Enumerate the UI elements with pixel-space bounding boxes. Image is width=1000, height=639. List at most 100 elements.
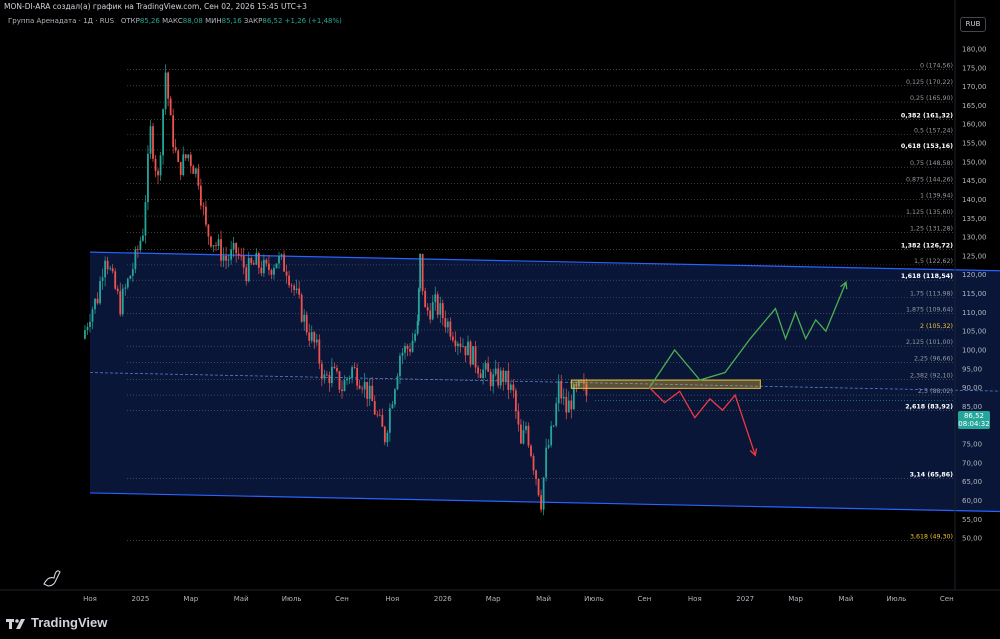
candle-body [124,287,127,289]
candle-body [283,254,285,272]
price-axis-tick: 85,00 [962,403,982,411]
price-axis-tick: 75,00 [962,441,982,449]
candle-body [419,253,422,289]
candle-body [406,346,409,349]
candle-body [341,389,343,392]
candle-body [494,368,497,375]
candle-body [451,336,454,341]
candle-body [139,240,142,250]
fib-level-label: 2,382 (92,10) [910,373,953,380]
candle-body [525,425,527,430]
price-axis-tick: 135,00 [962,215,987,223]
candle-body [323,374,326,379]
time-axis-tick: Май [536,595,551,603]
candle-body [199,185,202,206]
candle-body [162,109,164,156]
low-label: МИН [205,17,222,25]
candle-body [394,389,396,405]
candle-body [237,253,240,256]
resistance-zone [570,379,761,389]
candle-body [313,332,316,343]
candle-body [217,239,220,246]
fib-level-label: 2,618 (83,92) [905,403,953,410]
candle-body [131,269,134,276]
fib-level-label: 1,382 (126,72) [901,242,953,249]
candle-body [560,381,563,399]
fib-level-label: 1,25 (131,28) [910,225,953,232]
time-axis-tick: Сен [940,595,954,603]
candle-body [164,72,167,110]
candle-body [497,368,500,386]
candle-body [361,388,364,390]
candle-body [152,126,154,159]
candle-body [187,154,190,159]
fib-level-label: 2,25 (96,66) [914,356,953,363]
tradingview-logo[interactable]: TradingView [6,615,107,630]
candle-body [386,432,389,443]
candle-body [305,314,308,333]
candle-body [308,332,311,341]
fib-level-label: 0,618 (153,16) [901,143,953,150]
candle-body [119,291,122,315]
symbol-legend: Группа Аренадата · 1Д · RUS ОТКР85,26 МА… [8,17,342,25]
candle-body [396,376,399,390]
candle-body [540,495,542,510]
candle-body [537,478,540,496]
candle-body [275,263,278,269]
candle-body [409,348,411,352]
time-axis-tick: Ноя [83,595,97,603]
chart-window: 0 (174,56) 0,125 (170,22) 0,25 (165,90) 0,3… [0,0,1000,639]
fib-level-label: 3,618 (49,30) [910,534,953,541]
candle-body [91,309,94,322]
fib-level-label: 0,25 (165,90) [910,95,953,102]
candle-body [147,153,149,203]
candle-body [477,367,479,374]
symbol-name[interactable]: Группа Аренадата · 1Д · RUS [8,17,114,25]
candle-body [439,303,442,315]
candle-body [454,340,457,347]
candle-body [202,205,205,207]
last-price: 86,52 [963,412,985,420]
candle-body [268,263,270,271]
fib-level-label: 0,125 (170,22) [906,79,953,86]
time-axis-tick: 2026 [434,595,452,603]
candle-body [446,321,449,328]
candle-body [247,258,250,282]
candle-body [215,245,217,247]
candle-body [240,255,243,257]
candle-body [235,242,238,254]
candle-body [522,429,525,444]
open-value: 85,26 [139,17,160,25]
candle-body [134,249,137,270]
close-value: 86,52 [262,17,283,25]
candle-body [399,355,401,377]
candle-body [159,155,162,176]
candle-body [194,168,197,174]
candle-body [270,270,273,275]
fib-level-label: 2 (105,32) [920,323,953,330]
chart-canvas[interactable]: 0 (174,56) 0,125 (170,22) 0,25 (165,90) 0,3… [0,0,1000,610]
candle-body [363,381,366,390]
price-axis-tick: 65,00 [962,478,982,486]
candle-body [373,401,376,415]
candle-body [101,277,104,281]
candle-body [424,290,427,308]
candle-body [401,352,404,356]
tradingview-logo-icon [6,616,26,630]
candle-body [325,374,328,376]
candle-body [431,302,434,320]
time-axis-tick: Июль [584,595,604,603]
candle-body [550,425,553,446]
candle-body [182,154,185,176]
candle-body [154,158,157,171]
candle-body [381,415,384,427]
candle-body [172,115,175,148]
candle-body [242,255,245,268]
candle-body [331,366,333,384]
price-axis-tick: 145,00 [962,177,987,185]
candle-body [230,249,233,260]
candle-body [106,260,109,270]
close-label: ЗАКР [243,17,263,25]
currency-button[interactable]: RUB [960,17,986,32]
candle-body [429,310,432,320]
